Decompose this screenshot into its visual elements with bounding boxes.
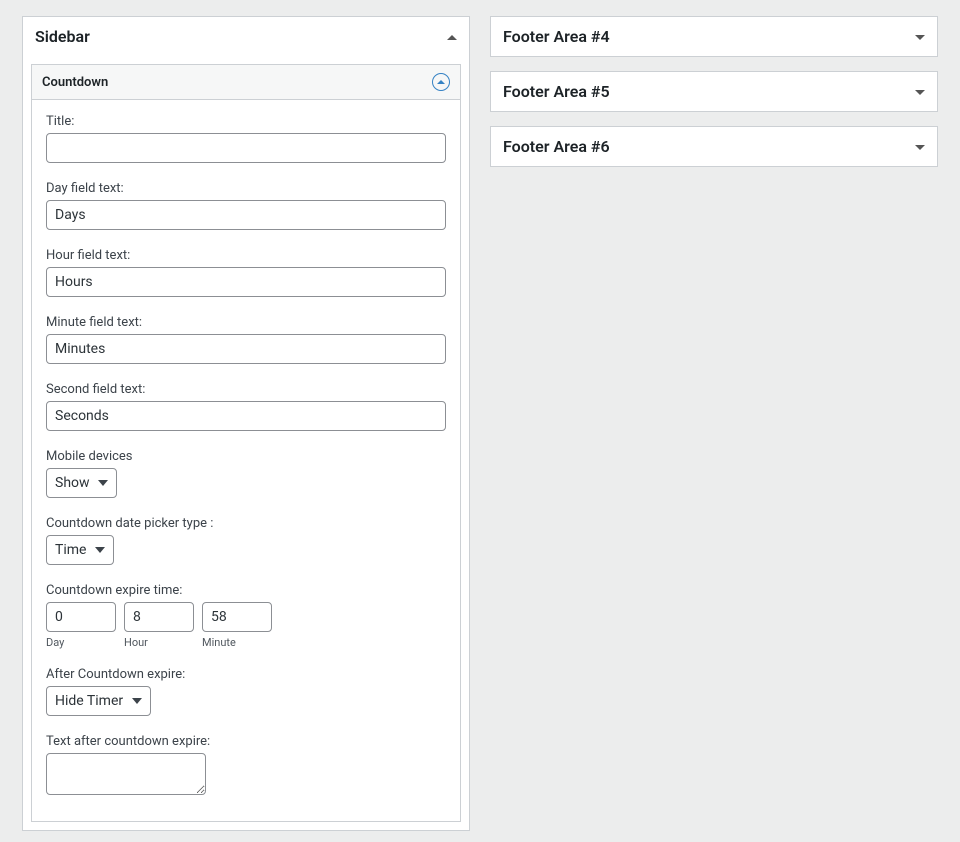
picker-type-select[interactable]: Time (46, 535, 114, 565)
footer-area-4-panel: Footer Area #4 (490, 16, 938, 57)
mobile-devices-label: Mobile devices (46, 449, 446, 464)
footer-area-4-title: Footer Area #4 (503, 27, 610, 46)
footer-area-5-header[interactable]: Footer Area #5 (491, 72, 937, 111)
expire-day-input[interactable] (46, 602, 116, 632)
second-field-label: Second field text: (46, 382, 446, 397)
footer-area-6-title: Footer Area #6 (503, 137, 610, 156)
expand-down-icon (915, 35, 925, 40)
minute-field-label: Minute field text: (46, 315, 446, 330)
after-expire-select[interactable]: Hide Timer (46, 686, 151, 716)
expire-day-sublabel: Day (46, 636, 116, 649)
title-label: Title: (46, 114, 446, 129)
countdown-widget-header[interactable]: Countdown (32, 65, 460, 100)
expire-minute-input[interactable] (202, 602, 272, 632)
title-input[interactable] (46, 133, 446, 163)
sidebar-area-header[interactable]: Sidebar (23, 17, 469, 56)
expire-time-label: Countdown expire time: (46, 583, 446, 598)
countdown-widget-body: Title: Day field text: Hour field text: (32, 100, 460, 821)
countdown-widget: Countdown Title: Day field text: (31, 64, 461, 822)
text-after-textarea[interactable] (46, 753, 206, 795)
day-field-label: Day field text: (46, 181, 446, 196)
expire-hour-input[interactable] (124, 602, 194, 632)
sidebar-area-title: Sidebar (35, 27, 90, 46)
expand-down-icon (915, 145, 925, 150)
text-after-label: Text after countdown expire: (46, 734, 446, 749)
footer-area-5-title: Footer Area #5 (503, 82, 610, 101)
footer-area-6-header[interactable]: Footer Area #6 (491, 127, 937, 166)
footer-area-4-header[interactable]: Footer Area #4 (491, 17, 937, 56)
sidebar-area-body: Countdown Title: Day field text: (23, 56, 469, 830)
countdown-widget-title: Countdown (42, 75, 108, 90)
sidebar-area-panel: Sidebar Countdown Title: (22, 16, 470, 831)
second-field-input[interactable] (46, 401, 446, 431)
footer-area-5-panel: Footer Area #5 (490, 71, 938, 112)
picker-type-label: Countdown date picker type : (46, 516, 446, 531)
mobile-devices-select[interactable]: Show (46, 468, 117, 498)
day-field-input[interactable] (46, 200, 446, 230)
collapse-up-circle-icon (432, 73, 450, 91)
collapse-up-icon (447, 35, 457, 40)
after-expire-label: After Countdown expire: (46, 667, 446, 682)
hour-field-input[interactable] (46, 267, 446, 297)
minute-field-input[interactable] (46, 334, 446, 364)
footer-area-6-panel: Footer Area #6 (490, 126, 938, 167)
expand-down-icon (915, 90, 925, 95)
expire-hour-sublabel: Hour (124, 636, 194, 649)
expire-minute-sublabel: Minute (202, 636, 272, 649)
hour-field-label: Hour field text: (46, 248, 446, 263)
